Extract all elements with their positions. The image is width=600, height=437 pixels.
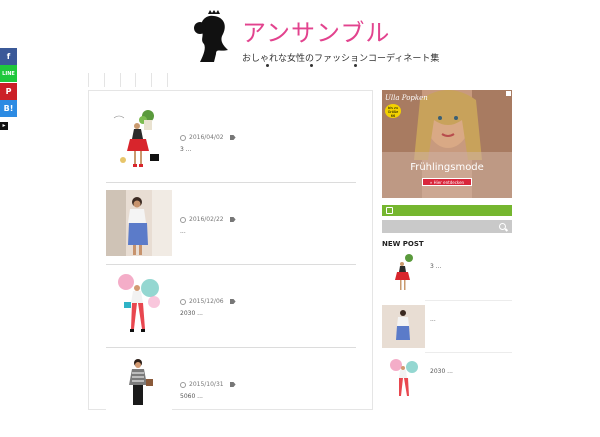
post-date: 2015/12/06	[189, 298, 224, 305]
site-title[interactable]: アンサンブル	[242, 13, 390, 48]
global-nav	[88, 73, 168, 87]
ad-headline: Frühlingsmode	[410, 162, 484, 173]
post-thumbnail[interactable]	[106, 108, 172, 174]
post-item[interactable]: 2015/10/31 5060 ...	[106, 355, 356, 437]
ad-cta-button[interactable]: » Hier entdecken	[422, 178, 472, 186]
post-excerpt: 2030 ...	[180, 310, 203, 317]
search-box[interactable]	[382, 220, 512, 233]
site-subtitle: おしゃれな女性のファッションコーディネート集	[242, 54, 440, 64]
nav-item[interactable]	[119, 73, 136, 87]
princess-silhouette-icon	[194, 10, 228, 62]
post-excerpt: ...	[180, 228, 186, 235]
tag-icon	[229, 135, 236, 140]
ad-brand: Ulla Popken	[385, 94, 428, 102]
sidebar-post-title[interactable]: 3 ...	[430, 263, 441, 270]
divider	[425, 352, 512, 353]
tweet-mini-icon[interactable]: ▸	[0, 122, 8, 130]
sidebar-new-post-item[interactable]: ...	[382, 305, 512, 350]
sidebar-post-thumbnail[interactable]	[382, 357, 425, 400]
ad-badge: bis zu Größe 66	[385, 104, 401, 118]
line-share-button[interactable]: LINE	[0, 65, 17, 82]
divider	[106, 264, 356, 265]
post-item[interactable]: 2016/02/22 ...	[106, 190, 356, 272]
sidebar-ad-banner[interactable]: Ulla Popken bis zu Größe 66 Frühlingsmod…	[382, 90, 512, 198]
post-thumbnail[interactable]	[106, 190, 172, 256]
facebook-share-button[interactable]: f	[0, 48, 17, 65]
post-item[interactable]: 2015/12/06 2030 ...	[106, 272, 356, 354]
sidebar-new-post-item[interactable]: 3 ...	[382, 252, 512, 297]
post-thumbnail[interactable]	[106, 355, 172, 421]
tag-icon	[229, 382, 236, 387]
ad-info-icon[interactable]	[506, 91, 511, 96]
tag-icon	[229, 299, 236, 304]
post-excerpt: 5060 ...	[180, 393, 203, 400]
nav-item[interactable]	[135, 73, 151, 87]
nav-item[interactable]	[151, 73, 168, 87]
post-meta: 2015/10/31	[180, 381, 236, 388]
hatena-icon: B!	[3, 104, 14, 113]
rss-icon	[386, 207, 393, 214]
post-date: 2016/04/02	[189, 134, 224, 141]
nav-item[interactable]	[88, 73, 104, 87]
facebook-icon: f	[6, 52, 11, 61]
post-item[interactable]: 2016/04/02 3 ...	[106, 108, 356, 190]
nav-item[interactable]	[103, 73, 120, 87]
decorative-dots	[266, 64, 357, 68]
search-icon[interactable]	[499, 223, 506, 230]
sidebar-post-title[interactable]: ...	[430, 316, 436, 323]
post-date: 2015/10/31	[189, 381, 224, 388]
post-thumbnail[interactable]	[106, 272, 172, 338]
post-meta: 2016/04/02	[180, 134, 236, 141]
post-list: 2016/04/02 3 ... 2016/02/22 ... 2015/12/…	[88, 90, 373, 421]
sidebar-new-post-item[interactable]: 2030 ...	[382, 357, 512, 402]
divider	[425, 300, 512, 301]
divider	[106, 182, 356, 183]
clock-icon	[180, 381, 186, 388]
clock-icon	[180, 134, 186, 141]
sidebar-post-title[interactable]: 2030 ...	[430, 368, 453, 375]
rss-follow-bar[interactable]	[382, 205, 512, 216]
pinterest-icon: P	[5, 87, 12, 96]
line-icon: LINE	[2, 70, 15, 77]
post-meta: 2015/12/06	[180, 298, 236, 305]
clock-icon	[180, 298, 186, 305]
sidebar-post-thumbnail[interactable]	[382, 252, 425, 295]
post-date: 2016/02/22	[189, 216, 224, 223]
clock-icon	[180, 216, 186, 223]
hatena-bookmark-button[interactable]: B!	[0, 100, 17, 117]
pinterest-share-button[interactable]: P	[0, 83, 17, 100]
sidebar-post-thumbnail[interactable]	[382, 305, 425, 348]
new-post-heading: NEW POST	[382, 240, 424, 248]
post-meta: 2016/02/22	[180, 216, 236, 223]
site-logo[interactable]: アンサンブル おしゃれな女性のファッションコーディネート集	[194, 10, 439, 68]
tag-icon	[229, 217, 236, 222]
post-excerpt: 3 ...	[180, 146, 192, 153]
divider	[106, 347, 356, 348]
